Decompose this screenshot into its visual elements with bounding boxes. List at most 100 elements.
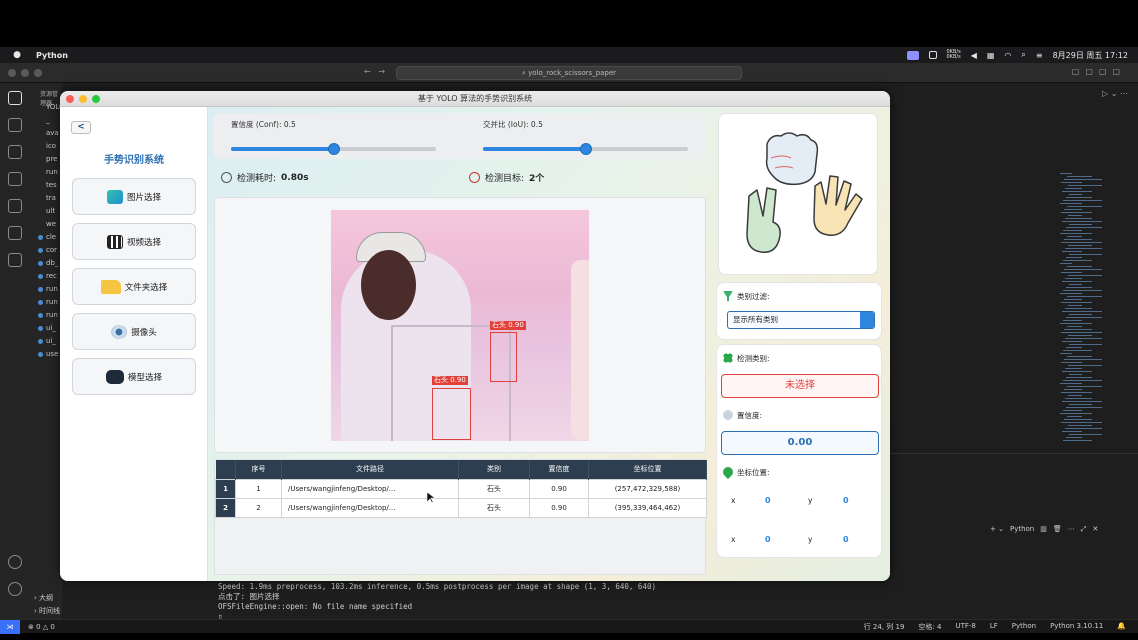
minimap-line bbox=[1068, 185, 1102, 186]
class-filter-select[interactable]: 显示所有类别 bbox=[727, 311, 875, 329]
explorer-item[interactable]: we bbox=[38, 220, 56, 228]
terminal-output[interactable]: Speed: 1.9ms preprocess, 103.2ms inferen… bbox=[62, 578, 890, 621]
cursor-position[interactable]: 行 24, 列 19 bbox=[864, 622, 905, 632]
explorer-item[interactable]: _ bbox=[38, 116, 50, 124]
col-header-class[interactable]: 类别 bbox=[458, 460, 530, 479]
screen-record-icon[interactable] bbox=[906, 50, 919, 60]
filter-title: 类别过滤: bbox=[737, 292, 770, 301]
iou-slider-thumb[interactable] bbox=[579, 143, 592, 155]
indent-status[interactable]: 空格: 4 bbox=[918, 622, 941, 632]
row-number[interactable]: 1 bbox=[215, 478, 236, 499]
add-terminal-icon[interactable]: + ⌄ bbox=[990, 525, 1004, 533]
explorer-item[interactable]: tes bbox=[38, 181, 57, 189]
folder-select-button[interactable]: 文件夹选择 bbox=[72, 268, 196, 305]
col-header-conf[interactable]: 置信度 bbox=[529, 460, 589, 479]
encoding-status[interactable]: UTF-8 bbox=[955, 622, 975, 632]
source-control-icon[interactable] bbox=[8, 145, 22, 159]
confidence-icon bbox=[723, 410, 733, 420]
search-view-icon[interactable] bbox=[8, 118, 22, 132]
explorer-item[interactable]: YOLO bbox=[38, 103, 62, 111]
testing-icon[interactable] bbox=[8, 226, 22, 240]
explorer-item[interactable]: rec bbox=[38, 272, 57, 280]
search-icon[interactable]: ⌕ bbox=[1021, 50, 1025, 60]
col-header-box[interactable]: 坐标位置 bbox=[588, 460, 707, 479]
nav-arrows[interactable]: ← → bbox=[364, 67, 385, 76]
menubar-app-name[interactable]: Python bbox=[36, 51, 68, 60]
video-select-button[interactable]: 视频选择 bbox=[72, 223, 196, 260]
explorer-item[interactable]: pre bbox=[38, 155, 57, 163]
model-select-button[interactable]: 模型选择 bbox=[72, 358, 196, 395]
explorer-icon[interactable] bbox=[8, 91, 22, 105]
minimap-line bbox=[1067, 206, 1102, 207]
col-header-index[interactable]: 序号 bbox=[235, 460, 282, 479]
camera-button[interactable]: 摄像头 bbox=[72, 313, 196, 350]
minimap-line bbox=[1060, 353, 1072, 354]
python-icon[interactable] bbox=[8, 253, 22, 267]
volume-icon[interactable]: ◀ bbox=[971, 51, 977, 60]
cell-conf[interactable]: 0.90 bbox=[529, 497, 589, 518]
remote-icon[interactable]: ⋊ bbox=[0, 619, 20, 634]
cell-box[interactable]: (395,339,464,462) bbox=[588, 497, 707, 518]
gesture-illustration bbox=[718, 113, 878, 275]
more-icon[interactable]: ⋯ bbox=[1068, 525, 1075, 533]
cell-class[interactable]: 石头 bbox=[458, 478, 530, 499]
account-icon[interactable] bbox=[8, 555, 22, 569]
maximize-icon[interactable]: ⤢ bbox=[1081, 525, 1087, 534]
gear-icon[interactable] bbox=[8, 582, 22, 596]
apple-icon[interactable]: ● bbox=[12, 50, 22, 60]
conf-slider[interactable] bbox=[231, 143, 436, 155]
explorer-item[interactable]: run bbox=[38, 168, 58, 176]
cell-index[interactable]: 2 bbox=[235, 497, 282, 518]
image-select-button[interactable]: 图片选择 bbox=[72, 178, 196, 215]
explorer-item[interactable]: ui_ bbox=[38, 337, 56, 345]
command-center-search[interactable]: ⌕ yolo_rock_scissors_paper bbox=[396, 66, 742, 80]
keyboard-icon[interactable]: ▦ bbox=[987, 51, 995, 60]
terminal-tab[interactable]: Python bbox=[1010, 525, 1034, 533]
cell-class[interactable]: 石头 bbox=[458, 497, 530, 518]
explorer-item[interactable]: ava bbox=[38, 129, 59, 137]
timeline-section[interactable]: › 时间线 bbox=[34, 606, 62, 616]
language-status[interactable]: Python bbox=[1012, 622, 1036, 632]
run-debug-icon[interactable] bbox=[8, 172, 22, 186]
cell-box[interactable]: (257,472,329,588) bbox=[588, 478, 707, 499]
explorer-item[interactable]: tra bbox=[38, 194, 56, 202]
explorer-item[interactable]: use bbox=[38, 350, 58, 358]
back-button[interactable]: < bbox=[71, 121, 91, 134]
control-center-icon[interactable]: ≡ bbox=[1036, 51, 1043, 60]
problems-status[interactable]: ⊗ 0 △ 0 bbox=[28, 623, 55, 631]
bell-icon[interactable]: 🔔 bbox=[1117, 622, 1126, 632]
trash-icon[interactable]: 🗑 bbox=[1053, 525, 1062, 533]
window-icon[interactable] bbox=[928, 51, 937, 59]
explorer-item[interactable]: ult bbox=[38, 207, 55, 215]
app-titlebar: 基于 YOLO 算法的手势识别系统 bbox=[60, 91, 890, 107]
run-button[interactable]: ▷ ⌄ ⋯ bbox=[1102, 89, 1128, 98]
cell-index[interactable]: 1 bbox=[235, 478, 282, 499]
explorer-item[interactable]: db_ bbox=[38, 259, 58, 267]
conf-slider-thumb[interactable] bbox=[327, 143, 340, 155]
explorer-item[interactable]: cle bbox=[38, 233, 56, 241]
table-row[interactable]: 1 1 /Users/wangjinfeng/Desktop/... 石头 0.… bbox=[215, 478, 707, 499]
layout-controls[interactable]: ▢▢▢▢ bbox=[1072, 67, 1126, 76]
split-terminal-icon[interactable]: ▥ bbox=[1040, 525, 1047, 533]
wifi-icon[interactable]: ◠ bbox=[1004, 51, 1011, 60]
explorer-item[interactable]: run bbox=[38, 285, 58, 293]
outline-section[interactable]: › 大纲 bbox=[34, 593, 62, 603]
minimap[interactable] bbox=[1060, 173, 1120, 453]
close-icon[interactable]: ✕ bbox=[1092, 525, 1098, 533]
menubar-datetime[interactable]: 8月29日 周五 17:12 bbox=[1053, 50, 1128, 61]
explorer-item[interactable]: cor bbox=[38, 246, 57, 254]
iou-slider[interactable] bbox=[483, 143, 688, 155]
eol-status[interactable]: LF bbox=[990, 622, 998, 632]
cell-conf[interactable]: 0.90 bbox=[529, 478, 589, 499]
table-row[interactable]: 2 2 /Users/wangjinfeng/Desktop/... 石头 0.… bbox=[215, 497, 707, 518]
corner-cell[interactable] bbox=[215, 460, 236, 479]
dropdown-arrow-icon[interactable] bbox=[860, 312, 874, 328]
explorer-item[interactable]: run bbox=[38, 298, 58, 306]
extensions-icon[interactable] bbox=[8, 199, 22, 213]
explorer-item[interactable]: run bbox=[38, 311, 58, 319]
col-header-path[interactable]: 文件路径 bbox=[281, 460, 459, 479]
explorer-item[interactable]: ico bbox=[38, 142, 56, 150]
explorer-item[interactable]: ui_ bbox=[38, 324, 56, 332]
row-number[interactable]: 2 bbox=[215, 497, 236, 518]
interpreter-status[interactable]: Python 3.10.11 bbox=[1050, 622, 1103, 632]
